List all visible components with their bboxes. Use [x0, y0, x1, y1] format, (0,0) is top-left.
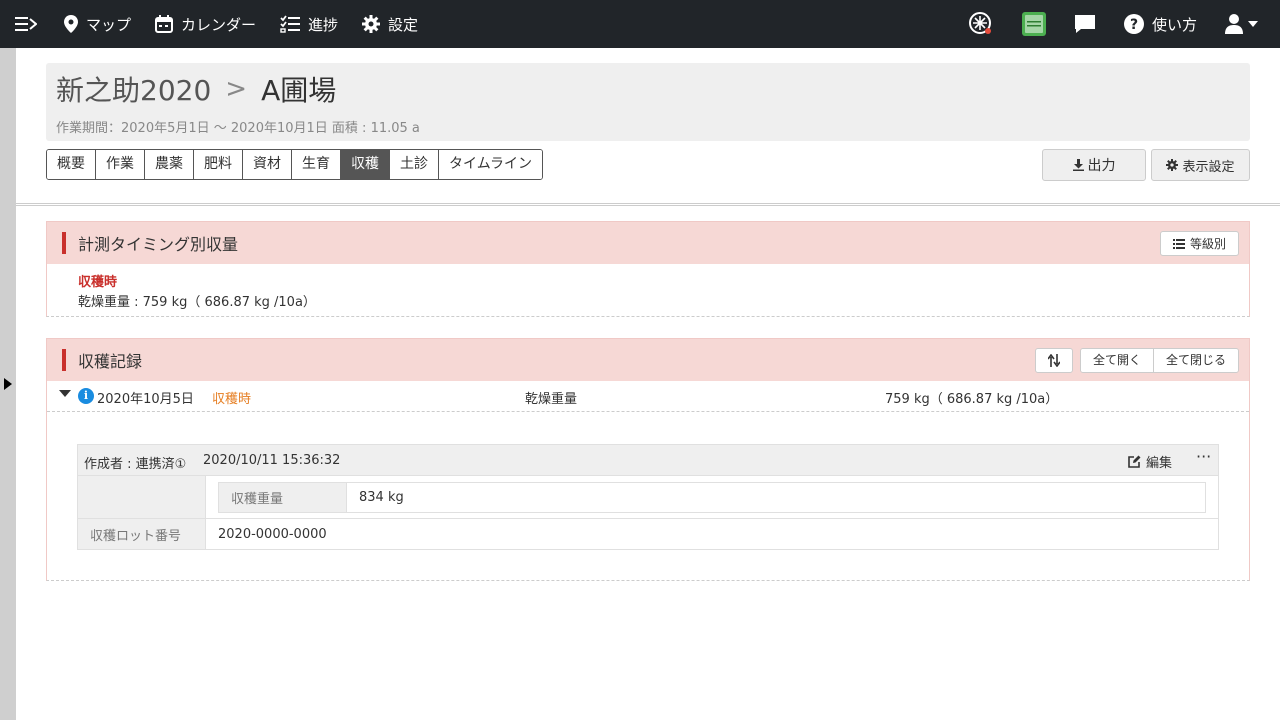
crop-title[interactable]: 新之助2020 — [56, 69, 211, 109]
export-button[interactable]: 出力 — [1042, 149, 1146, 181]
expand-arrow-icon[interactable] — [4, 378, 12, 390]
detail-weight-cell: 収穫重量 834 kg — [206, 476, 1218, 518]
display-settings-button[interactable]: 表示設定 — [1151, 149, 1250, 181]
display-settings-label: 表示設定 — [1182, 159, 1235, 175]
section-divider — [16, 203, 1280, 206]
panel-title: 計測タイミング別収量 — [78, 235, 239, 254]
rice-status-button[interactable] — [954, 0, 1008, 48]
tab-bar: 概要 作業 農薬 肥料 資材 生育 収穫 土診 タイムライン — [46, 149, 544, 180]
panel-title: 収穫記録 — [78, 352, 143, 371]
record-detail-card: 作成者 : 連携済① 2020/10/11 15:36:32 編集 ··· 収穫… — [77, 444, 1219, 550]
tab-growth[interactable]: 生育 — [292, 150, 341, 179]
record-author: 作成者 : 連携済① — [84, 457, 187, 472]
caret-down-icon — [1248, 21, 1258, 27]
sort-button[interactable] — [1035, 348, 1073, 373]
question-circle-icon: ? — [1123, 14, 1144, 34]
download-icon — [1072, 159, 1084, 171]
expand-collapse-group: 全て開く 全て閉じる — [1080, 348, 1240, 373]
harvest-record-row[interactable]: i 2020年10月5日 収穫時 乾燥重量 759 kg（ 686.87 kg … — [47, 381, 1249, 412]
user-icon — [1225, 14, 1243, 34]
nav-item-calendar[interactable]: カレンダー — [143, 0, 268, 48]
tab-soil-diagnosis[interactable]: 土診 — [390, 150, 439, 179]
top-navbar: マップ カレンダー 進捗 設定 ? 使い方 — [0, 0, 1280, 48]
map-pin-icon — [64, 15, 78, 33]
nav-item-label: 設定 — [388, 15, 419, 34]
help-label: 使い方 — [1151, 15, 1197, 34]
weight-label: 収穫重量 — [219, 482, 347, 512]
sort-arrows-icon — [1048, 354, 1060, 367]
rice-badge-icon — [968, 12, 991, 34]
page-header: 新之助2020 > A圃場 作業期間：2020年5月1日 〜 2020年10月1… — [46, 63, 1250, 141]
info-icon[interactable]: i — [78, 388, 94, 404]
field-title: A圃場 — [261, 74, 337, 107]
sidebar-toggle-button[interactable] — [0, 0, 52, 48]
record-measure-kind: 乾燥重量 — [525, 392, 578, 407]
tab-harvest[interactable]: 収穫 — [341, 150, 390, 179]
harvest-records-panel: 収穫記録 全て開く 全て閉じる i 2020年10月5日 収穫時 乾燥重量 75… — [46, 338, 1250, 581]
panel-header: 計測タイミング別収量 等級別 — [47, 222, 1249, 264]
left-collapsed-panel[interactable] — [0, 48, 16, 720]
tab-pesticide[interactable]: 農薬 — [145, 150, 194, 179]
timing-label: 収穫時 — [78, 275, 118, 290]
by-grade-button[interactable]: 等級別 — [1159, 231, 1239, 256]
expand-all-button[interactable]: 全て開く — [1081, 349, 1155, 372]
lot-number-label: 収穫ロット番号 — [78, 519, 206, 549]
nav-item-label: カレンダー — [181, 15, 257, 34]
panel-accent-bar — [62, 232, 66, 254]
svg-text:?: ? — [1130, 17, 1138, 33]
more-options-button[interactable]: ··· — [1196, 447, 1211, 466]
nav-item-label: マップ — [86, 15, 132, 34]
nav-item-label: 進捗 — [308, 15, 339, 34]
caret-down-icon[interactable] — [59, 390, 71, 397]
detail-empty-label — [78, 476, 206, 518]
detail-row-weight: 収穫重量 834 kg — [78, 476, 1218, 519]
menu-toggle-icon — [15, 17, 37, 31]
record-created-at: 2020/10/11 15:36:32 — [203, 453, 341, 468]
weight-value: 834 kg — [359, 489, 404, 505]
nav-item-progress[interactable]: 進捗 — [268, 0, 350, 48]
breadcrumb: 新之助2020 > A圃場 — [56, 69, 336, 109]
messages-button[interactable] — [1060, 0, 1110, 48]
record-timing: 収穫時 — [212, 392, 252, 407]
chat-bubble-icon — [1074, 15, 1095, 33]
gear-icon — [362, 15, 381, 33]
nav-item-map[interactable]: マップ — [52, 0, 143, 48]
edit-label: 編集 — [1146, 456, 1173, 471]
tab-overview[interactable]: 概要 — [47, 150, 96, 179]
record-value: 759 kg（ 686.87 kg /10a） — [885, 392, 1059, 407]
record-date: 2020年10月5日 — [97, 392, 194, 407]
export-label: 出力 — [1087, 158, 1116, 174]
diary-book-icon — [1021, 12, 1046, 36]
calendar-icon — [155, 15, 174, 33]
by-grade-label: 等級別 — [1189, 237, 1226, 251]
panel-header: 収穫記録 全て開く 全て閉じる — [47, 339, 1249, 381]
weight-table: 収穫重量 834 kg — [218, 481, 1206, 513]
collapse-all-button[interactable]: 全て閉じる — [1154, 349, 1239, 372]
help-button[interactable]: ? 使い方 — [1110, 0, 1211, 48]
work-period-meta: 作業期間：2020年5月1日 〜 2020年10月1日 面積 : 11.05 a — [56, 121, 420, 136]
nav-right-group: ? 使い方 — [954, 0, 1280, 48]
tab-materials[interactable]: 資材 — [243, 150, 292, 179]
list-icon — [1172, 238, 1185, 249]
lot-number-value: 2020-0000-0000 — [218, 526, 327, 542]
yield-by-timing-panel: 計測タイミング別収量 等級別 収穫時 乾燥重量 : 759 kg（ 686.87… — [46, 221, 1250, 317]
checklist-icon — [280, 15, 301, 33]
detail-row-lot: 収穫ロット番号 2020-0000-0000 — [78, 519, 1218, 549]
detail-header: 作成者 : 連携済① 2020/10/11 15:36:32 編集 ··· — [78, 445, 1218, 476]
tab-work[interactable]: 作業 — [96, 150, 145, 179]
timing-dry-weight: 乾燥重量 : 759 kg（ 686.87 kg /10a） — [78, 295, 316, 310]
diary-button[interactable] — [1008, 0, 1060, 48]
tab-timeline[interactable]: タイムライン — [439, 150, 543, 179]
user-menu-button[interactable] — [1211, 0, 1280, 48]
edit-button[interactable]: 編集 — [1128, 452, 1172, 471]
panel-accent-bar — [62, 349, 66, 371]
tab-fertilizer[interactable]: 肥料 — [194, 150, 243, 179]
edit-icon — [1128, 455, 1141, 468]
gear-icon — [1166, 159, 1179, 171]
breadcrumb-separator: > — [225, 74, 248, 104]
nav-item-settings[interactable]: 設定 — [350, 0, 430, 48]
